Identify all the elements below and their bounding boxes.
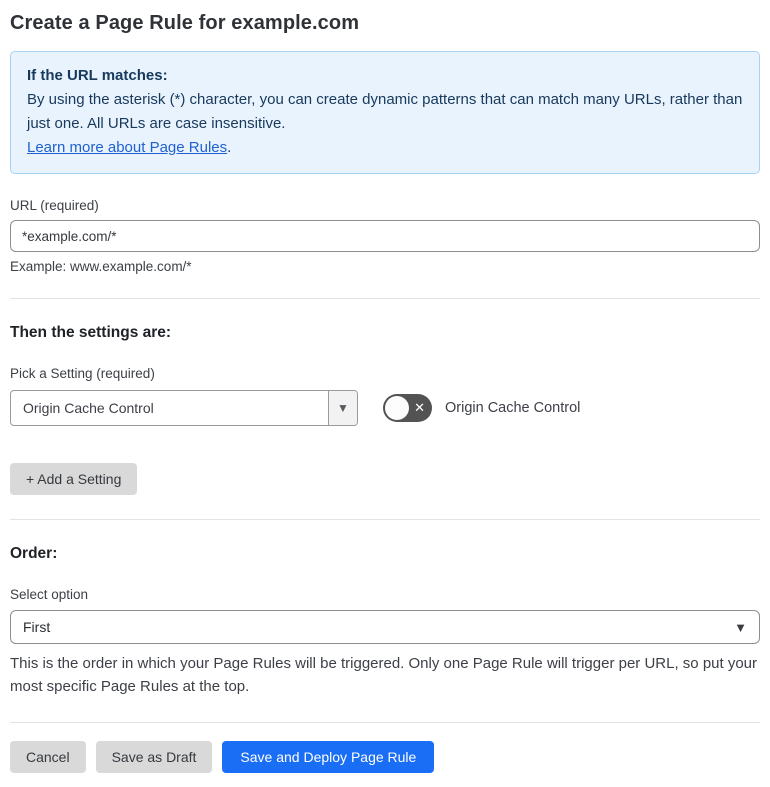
setting-select-value: Origin Cache Control [23,400,154,416]
chevron-down-icon: ▼ [734,619,747,635]
dropdown-arrow-icon: ▼ [337,401,349,415]
cancel-button[interactable]: Cancel [10,741,86,773]
url-helper-text: Example: www.example.com/* [10,259,192,274]
setting-row: Origin Cache Control ▼ ✕ Origin Cache Co… [10,390,760,426]
url-field-label: URL (required) [10,198,99,213]
footer-actions: Cancel Save as Draft Save and Deploy Pag… [10,741,760,773]
info-box-link-row: Learn more about Page Rules. [27,136,743,160]
section-divider [10,298,760,299]
settings-section-heading: Then the settings are: [10,324,172,341]
order-helper-text: This is the order in which your Page Rul… [10,655,758,695]
setting-select-arrow-button[interactable]: ▼ [328,391,357,425]
toggle-knob [385,396,409,420]
section-divider [10,519,760,520]
url-input[interactable] [10,220,760,252]
order-select[interactable]: First ▼ [10,610,760,644]
setting-select[interactable]: Origin Cache Control ▼ [10,390,358,426]
toggle-off-x-icon: ✕ [414,400,425,415]
footer-divider [10,722,760,723]
save-and-deploy-button[interactable]: Save and Deploy Page Rule [222,741,435,773]
setting-toggle-label: Origin Cache Control [445,400,581,416]
url-match-info-box: If the URL matches: By using the asteris… [10,51,760,174]
order-section-heading: Order: [10,545,58,562]
info-box-heading: If the URL matches: [27,67,168,84]
info-box-body: By using the asterisk (*) character, you… [27,91,743,132]
learn-more-link[interactable]: Learn more about Page Rules [27,139,227,156]
link-period: . [227,139,232,156]
save-as-draft-button[interactable]: Save as Draft [95,741,213,773]
pick-setting-label: Pick a Setting (required) [10,366,155,381]
page-title: Create a Page Rule for example.com [10,12,360,34]
setting-toggle[interactable]: ✕ [383,394,432,422]
order-select-label: Select option [10,587,89,602]
add-setting-button[interactable]: + Add a Setting [10,463,138,495]
order-select-value: First [23,619,51,635]
